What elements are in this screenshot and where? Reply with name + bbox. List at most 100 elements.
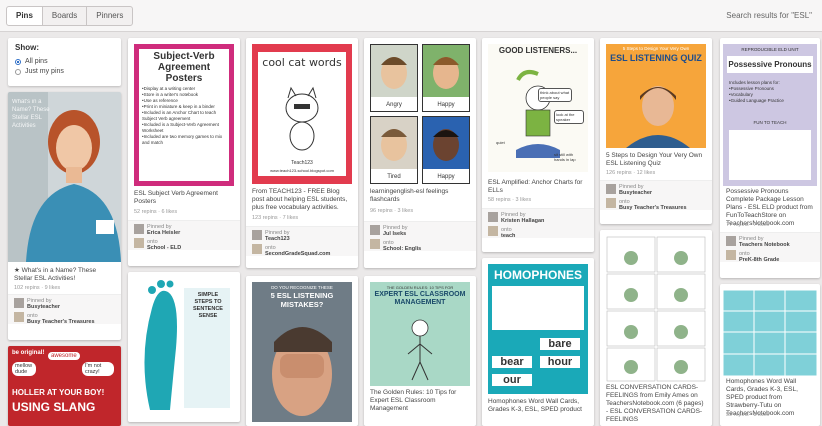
pinner-name[interactable]: Teach123 [265, 236, 290, 242]
board-thumbnail[interactable] [252, 244, 262, 254]
pinner-avatar[interactable] [488, 212, 498, 222]
pin-card[interactable]: 5 Steps to Design Your Very Own ESL LIST… [600, 38, 712, 224]
slang-word: be original! [12, 350, 45, 356]
show-filter-title: Show: [15, 43, 39, 52]
board-name[interactable]: Busy Teacher's Treasures [619, 205, 687, 211]
pin-card[interactable]: HOMOPHONES bear bare our hour Homophones… [482, 258, 594, 426]
pronouns-sub: FUN TO TEACH [753, 120, 787, 125]
listeners-bubble: quiet [496, 140, 505, 145]
tab-boards[interactable]: Boards [41, 6, 88, 26]
tab-pins[interactable]: Pins [6, 6, 43, 26]
filter-option-label: Just my pins [25, 68, 64, 75]
pinner-name[interactable]: Busyteacher [27, 304, 60, 310]
pronouns-item: •Guided Language Practice [729, 98, 784, 103]
board-thumbnail[interactable] [14, 312, 24, 322]
board-thumbnail[interactable] [606, 198, 616, 208]
filter-option-all-pins[interactable]: All pins [15, 58, 114, 65]
pinner-avatar[interactable] [606, 184, 616, 194]
board-name[interactable]: teach [501, 233, 515, 239]
pin-card[interactable]: What's in a Name? These Stellar ESL Acti… [8, 92, 121, 340]
pinner-avatar[interactable] [726, 236, 736, 246]
radio-selected-icon[interactable] [15, 58, 21, 65]
flashcard: Angry [370, 44, 418, 112]
pin-card[interactable]: REPRODUCIBLE ELD UNIT Possessive Pronoun… [720, 38, 820, 278]
pin-caption: The Golden Rules: 10 Tips for Expert ESL… [370, 389, 457, 412]
board-thumbnail[interactable] [370, 239, 380, 249]
listeners-title: GOOD LISTENERS... [498, 46, 578, 55]
pin-attribution: Pinned by Kristen Hallagan onto teach [482, 208, 594, 239]
pin-card[interactable]: DO YOU RECOGNIZE THESE 5 ESL LISTENING M… [246, 276, 358, 426]
pinner-name[interactable]: Teachers Notebook [739, 242, 790, 248]
slang-word: awesome [48, 352, 80, 360]
pin-image[interactable]: HOMOPHONES bear bare our hour [488, 264, 588, 394]
pinner-name[interactable]: Jul Iseks [383, 231, 406, 237]
board-name[interactable]: School - ELD [147, 245, 181, 251]
pinner-name[interactable]: Busyteacher [619, 190, 652, 196]
listeners-bubble: look at the speaker [554, 110, 584, 124]
conversation-cards-grid [606, 236, 706, 382]
teacher-figure-icon [407, 319, 433, 381]
listeners-bubble: sit still with hands in lap [554, 152, 576, 162]
pin-image[interactable]: cool cat words Teach123 www.teach123-sch… [252, 44, 352, 184]
pin-card[interactable]: Angry Happy Tired Happy learningenglish-… [364, 38, 476, 268]
flashcard-label: Angry [386, 102, 402, 108]
pin-card[interactable]: Homophones Word Wall Cards, Grades K-3, … [720, 284, 820, 426]
search-tabs: Pins Boards Pinners [6, 6, 134, 26]
pin-card[interactable]: ESL CONVERSATION CARDS-FEELINGS from Emi… [600, 230, 712, 426]
pin-attribution: Pinned by Busyteacher onto Busy Teacher'… [600, 180, 712, 211]
homophones-card [492, 286, 584, 330]
pin-stats: 77 repins · 7 likes [726, 222, 770, 228]
pin-image[interactable]: Subject-Verb Agreement Posters •Display … [134, 44, 234, 186]
expert-title: EXPERT ESL CLASSROOM MANAGEMENT [374, 291, 466, 306]
pin-image[interactable]: REPRODUCIBLE ELD UNIT Possessive Pronoun… [723, 44, 817, 186]
pin-card[interactable]: be original! awesome mellow dude I'm not… [8, 346, 121, 426]
filter-option-just-my-pins[interactable]: Just my pins [15, 68, 114, 75]
poster-panel: Subject-Verb Agreement Posters •Display … [139, 49, 229, 181]
pin-caption: 5 Steps to Design Your Very Own ESL List… [606, 152, 703, 167]
search-results-label: Search results for "ESL" [726, 11, 812, 20]
pinner-avatar[interactable] [14, 298, 24, 308]
board-thumbnail[interactable] [726, 250, 736, 260]
steps-title: SIMPLE STEPS TO SENTENCE SENSE [193, 292, 223, 319]
pin-image[interactable]: DO YOU RECOGNIZE THESE 5 ESL LISTENING M… [252, 282, 352, 422]
pin-card[interactable]: SIMPLE STEPS TO SENTENCE SENSE [128, 272, 240, 422]
listeners-bubble: think about what people say [538, 88, 572, 102]
pin-stats: 59 repins · 8 likes [726, 412, 770, 418]
radio-icon[interactable] [15, 68, 21, 75]
pinner-avatar[interactable] [134, 224, 144, 234]
slang-word: mellow dude [12, 362, 36, 376]
pin-card[interactable]: GOOD LISTENERS... think about what peopl… [482, 38, 594, 252]
quiz-title: ESL LISTENING QUIZ [610, 53, 702, 63]
pin-image[interactable] [723, 290, 817, 376]
pin-caption: ESL CONVERSATION CARDS-FEELINGS from Emi… [606, 384, 704, 423]
pin-image[interactable]: be original! awesome mellow dude I'm not… [8, 346, 121, 426]
board-name[interactable]: School: Englis [383, 246, 421, 252]
pinner-avatar[interactable] [252, 230, 262, 240]
pin-image[interactable]: What's in a Name? These Stellar ESL Acti… [8, 92, 121, 262]
pinner-avatar[interactable] [370, 225, 380, 235]
board-thumbnail[interactable] [134, 238, 144, 248]
pin-card[interactable]: THE GOLDEN RULES: 10 TIPS FOR EXPERT ESL… [364, 276, 476, 426]
pin-image[interactable]: SIMPLE STEPS TO SENTENCE SENSE [134, 278, 234, 418]
board-name[interactable]: Busy Teacher's Treasures [27, 319, 95, 325]
board-name[interactable]: SecondGradeSquad.com [265, 251, 330, 257]
pin-image[interactable]: Angry Happy Tired Happy [370, 44, 470, 184]
pin-image[interactable]: 5 Steps to Design Your Very Own ESL LIST… [606, 44, 706, 148]
slang-title: USING SLANG [12, 400, 96, 414]
tab-pinners[interactable]: Pinners [86, 6, 134, 26]
board-thumbnail[interactable] [488, 226, 498, 236]
pin-image[interactable]: GOOD LISTENERS... think about what peopl… [488, 44, 588, 172]
flashcard-label: Happy [437, 174, 455, 180]
pin-caption: learningenglish-esl feelings flashcards [370, 188, 449, 203]
homophone-word: bare [540, 338, 580, 350]
pin-stats: 96 repins · 3 likes [370, 208, 414, 214]
pinner-name[interactable]: Erica Heisler [147, 230, 180, 236]
pin-card[interactable]: cool cat words Teach123 www.teach123-sch… [246, 38, 358, 268]
board-name[interactable]: PreK-8th Grade [739, 257, 779, 263]
top-bar: Pins Boards Pinners Search results for "… [0, 0, 822, 32]
pin-image[interactable]: THE GOLDEN RULES: 10 TIPS FOR EXPERT ESL… [370, 282, 470, 386]
pinner-name[interactable]: Kristen Hallagan [501, 218, 544, 224]
pin-card[interactable]: Subject-Verb Agreement Posters •Display … [128, 38, 240, 266]
pin-image[interactable] [606, 236, 706, 382]
expert-small: THE GOLDEN RULES: 10 TIPS FOR [386, 285, 454, 290]
